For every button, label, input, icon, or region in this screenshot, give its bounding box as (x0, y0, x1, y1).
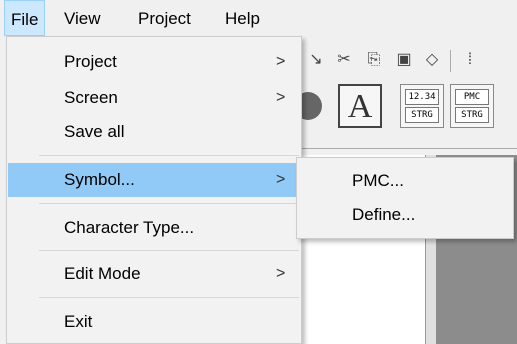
chevron-right-icon: > (276, 171, 286, 188)
menu-bar: File View Project Help (0, 0, 517, 36)
chevron-right-icon: > (276, 53, 286, 70)
eraser-icon[interactable]: ◇ (422, 50, 442, 70)
numeric-display-button[interactable]: 12.34 STRG (400, 84, 444, 128)
menu-separator (39, 297, 299, 298)
menu-item-label: Project (64, 52, 117, 71)
file-menu: Project > Screen > Save all Symbol... > … (6, 36, 302, 344)
menu-view[interactable]: View (58, 0, 107, 36)
cut-icon[interactable]: ✂ (334, 50, 354, 70)
symbol-toolbar: A 12.34 STRG PMC STRG (294, 84, 517, 134)
menu-item-project[interactable]: Project > (8, 45, 300, 79)
submenu-item-label: PMC... (352, 171, 404, 190)
grid-icon[interactable]: ⁞ (460, 50, 480, 70)
submenu-item-label: Define... (352, 205, 416, 224)
menu-item-label: Character Type... (64, 218, 195, 237)
menu-item-label: Symbol... (64, 170, 135, 189)
menu-project[interactable]: Project (132, 0, 197, 36)
toolbar-area: ↘ ✂ ⎘ ▣ ◇ ⁞ A 12.34 STRG PMC STRG (294, 36, 517, 152)
numeric-strg-label: STRG (405, 107, 439, 123)
paste-icon[interactable]: ▣ (394, 50, 414, 70)
toolbar-row: ↘ ✂ ⎘ ▣ ◇ ⁞ (300, 46, 517, 76)
menu-item-label: Exit (64, 312, 93, 331)
pmc-strg-label: STRG (455, 107, 489, 123)
menu-separator (39, 250, 299, 251)
numeric-label: 12.34 (405, 89, 439, 105)
menu-item-exit[interactable]: Exit (8, 305, 300, 339)
text-tool-button[interactable]: A (338, 84, 382, 128)
menu-separator (39, 203, 299, 204)
text-tool-glyph: A (347, 88, 373, 125)
menu-item-edit-mode[interactable]: Edit Mode > (8, 257, 300, 291)
chevron-right-icon: > (276, 265, 286, 282)
menu-file[interactable]: File (4, 0, 46, 36)
menu-help[interactable]: Help (219, 0, 266, 36)
menu-separator (39, 155, 299, 156)
submenu-item-pmc[interactable]: PMC... (298, 164, 512, 198)
pmc-label: PMC (455, 89, 489, 105)
arrow-icon[interactable]: ↘ (306, 50, 326, 70)
submenu-item-define[interactable]: Define... (298, 198, 512, 232)
toolbar-separator (300, 148, 517, 149)
toolbar-divider (450, 50, 451, 72)
menu-item-symbol[interactable]: Symbol... > (8, 163, 300, 197)
menu-item-save-all[interactable]: Save all (8, 115, 300, 149)
symbol-submenu: PMC... Define... (296, 157, 514, 239)
menu-item-screen[interactable]: Screen > (8, 81, 300, 115)
copy-icon[interactable]: ⎘ (364, 50, 384, 70)
menu-item-character-type[interactable]: Character Type... (8, 211, 300, 245)
menu-item-label: Screen (64, 88, 118, 107)
menu-item-label: Save all (64, 122, 125, 141)
chevron-right-icon: > (276, 89, 286, 106)
pmc-string-button[interactable]: PMC STRG (450, 84, 494, 128)
menu-item-label: Edit Mode (64, 264, 141, 283)
